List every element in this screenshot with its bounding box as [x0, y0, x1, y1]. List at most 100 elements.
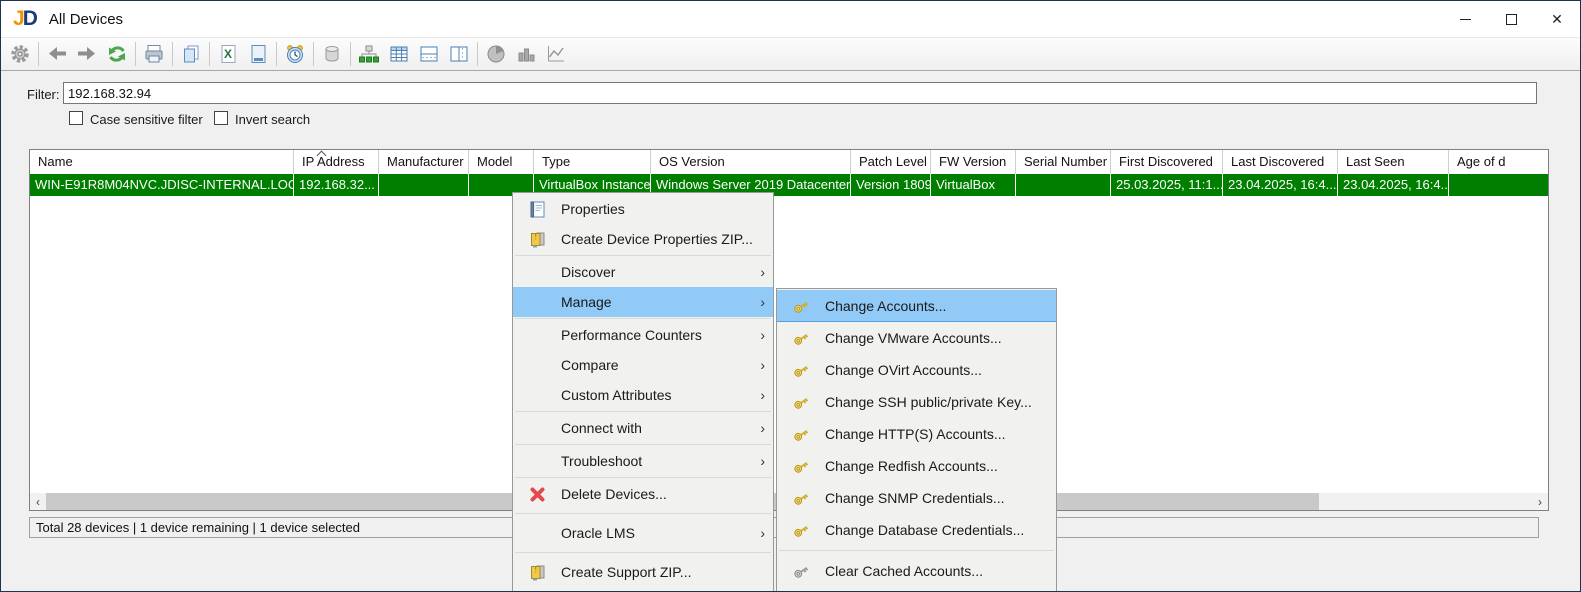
- line-chart-button[interactable]: [541, 40, 571, 68]
- submenu-item-clear-cached-accounts[interactable]: Clear Cached Accounts...: [777, 555, 1056, 587]
- submenu-item-change-ovirt-accounts[interactable]: Change OVirt Accounts...: [777, 354, 1056, 386]
- back-button[interactable]: [42, 40, 72, 68]
- bar-chart-button[interactable]: [511, 40, 541, 68]
- column-header-name[interactable]: Name: [30, 150, 294, 174]
- column-header-fw-version[interactable]: FW Version: [931, 150, 1016, 174]
- key-icon: [791, 424, 811, 444]
- toolbar-separator: [209, 42, 210, 66]
- menu-separator: [515, 255, 771, 256]
- menu-item-performance-counters[interactable]: Performance Counters: [513, 320, 773, 350]
- minimize-button[interactable]: [1442, 1, 1488, 37]
- cell-last-seen: 23.04.2025, 16:4...: [1338, 174, 1449, 196]
- menu-item-compare[interactable]: Compare: [513, 350, 773, 380]
- column-header-type[interactable]: Type: [534, 150, 651, 174]
- submenu-item-change-ssh-key[interactable]: Change SSH public/private Key...: [777, 386, 1056, 418]
- table-view-button[interactable]: [384, 40, 414, 68]
- column-header-os-version[interactable]: OS Version: [651, 150, 851, 174]
- excel-export-button[interactable]: X: [213, 40, 243, 68]
- split-vertical-icon: [450, 46, 468, 62]
- submenu-item-change-vmware-accounts[interactable]: Change VMware Accounts...: [777, 322, 1056, 354]
- menu-separator: [779, 550, 1054, 551]
- report-button[interactable]: [243, 40, 273, 68]
- topology-button[interactable]: [354, 40, 384, 68]
- cell-name: WIN-E91R8M04NVC.JDISC-INTERNAL.LOCAL: [30, 174, 294, 196]
- column-header-manufacturer[interactable]: Manufacturer: [379, 150, 469, 174]
- menu-item-connect-with[interactable]: Connect with: [513, 413, 773, 443]
- database-icon: [325, 46, 339, 62]
- filter-input[interactable]: [63, 82, 1537, 104]
- submenu-item-change-https-accounts[interactable]: Change HTTP(S) Accounts...: [777, 418, 1056, 450]
- column-header-last-discovered[interactable]: Last Discovered: [1223, 150, 1338, 174]
- refresh-button[interactable]: [102, 40, 132, 68]
- copy-button[interactable]: [176, 40, 206, 68]
- invert-search-checkbox[interactable]: [214, 111, 228, 125]
- properties-icon: [527, 199, 547, 219]
- menu-separator: [515, 444, 771, 445]
- titlebar: J D All Devices ✕: [1, 1, 1580, 37]
- submenu-item-change-accounts[interactable]: Change Accounts...: [777, 290, 1056, 322]
- menu-item-create-support-zip[interactable]: Create Support ZIP...: [513, 557, 773, 587]
- database-button[interactable]: [317, 40, 347, 68]
- key-icon: [791, 392, 811, 412]
- key-icon: [791, 488, 811, 508]
- forward-button[interactable]: [72, 40, 102, 68]
- app-logo: J D: [13, 7, 38, 30]
- scheduler-button[interactable]: [280, 40, 310, 68]
- table-row[interactable]: WIN-E91R8M04NVC.JDISC-INTERNAL.LOCAL 192…: [30, 174, 1548, 196]
- column-header-patch-level[interactable]: Patch Level: [851, 150, 931, 174]
- copy-icon: [184, 45, 199, 63]
- cell-manufacturer: [379, 174, 469, 196]
- column-header-ip-address[interactable]: IP Address: [294, 150, 379, 174]
- settings-button[interactable]: [5, 40, 35, 68]
- scheduler-icon: [287, 45, 303, 63]
- key-icon: [791, 360, 811, 380]
- submenu-arrow-icon: [760, 264, 765, 280]
- close-button[interactable]: ✕: [1534, 1, 1580, 37]
- maximize-button[interactable]: [1488, 1, 1534, 37]
- case-sensitive-checkbox[interactable]: [69, 111, 83, 125]
- column-header-model[interactable]: Model: [469, 150, 534, 174]
- manage-submenu: Change Accounts... Change VMware Account…: [776, 288, 1057, 591]
- delete-icon: [527, 484, 547, 504]
- key-icon: [791, 296, 811, 316]
- column-header-age[interactable]: Age of d: [1449, 150, 1548, 174]
- forward-arrow-icon: [78, 47, 95, 60]
- toolbar-separator: [135, 42, 136, 66]
- column-header-serial-number[interactable]: Serial Number: [1016, 150, 1111, 174]
- print-button[interactable]: [139, 40, 169, 68]
- submenu-item-change-snmp-credentials[interactable]: Change SNMP Credentials...: [777, 482, 1056, 514]
- split-horizontal-button[interactable]: [414, 40, 444, 68]
- menu-item-properties[interactable]: Properties: [513, 194, 773, 224]
- menu-item-discover[interactable]: Discover: [513, 257, 773, 287]
- clear-cached-icon: [791, 561, 811, 581]
- column-header-first-discovered[interactable]: First Discovered: [1111, 150, 1223, 174]
- split-vertical-button[interactable]: [444, 40, 474, 68]
- svg-text:X: X: [224, 47, 232, 61]
- status-text: Total 28 devices | 1 device remaining | …: [36, 520, 360, 535]
- submenu-arrow-icon: [760, 420, 765, 436]
- submenu-item-change-redfish-accounts[interactable]: Change Redfish Accounts...: [777, 450, 1056, 482]
- refresh-icon: [109, 46, 125, 62]
- menu-separator: [515, 318, 771, 319]
- topology-icon: [359, 45, 379, 63]
- scroll-left-icon[interactable]: [30, 493, 46, 510]
- filter-label: Filter:: [27, 87, 60, 102]
- window-title: All Devices: [48, 10, 124, 28]
- submenu-arrow-icon: [760, 357, 765, 373]
- zip-icon: [527, 229, 547, 249]
- menu-item-delete-devices[interactable]: Delete Devices...: [513, 479, 773, 509]
- menu-item-troubleshoot[interactable]: Troubleshoot: [513, 446, 773, 476]
- excel-export-icon: X: [221, 45, 236, 63]
- menu-item-create-device-properties-zip[interactable]: Create Device Properties ZIP...: [513, 224, 773, 254]
- menu-item-oracle-lms[interactable]: Oracle LMS: [513, 518, 773, 548]
- menu-item-custom-attributes[interactable]: Custom Attributes: [513, 380, 773, 410]
- column-header-last-seen[interactable]: Last Seen: [1338, 150, 1449, 174]
- pie-chart-button[interactable]: [481, 40, 511, 68]
- pie-chart-icon: [487, 45, 505, 63]
- maximize-icon: [1505, 13, 1517, 25]
- close-icon: ✕: [1551, 11, 1563, 27]
- scroll-right-icon[interactable]: [1532, 493, 1548, 510]
- menu-item-manage[interactable]: Manage: [513, 287, 773, 317]
- submenu-item-change-database-credentials[interactable]: Change Database Credentials...: [777, 514, 1056, 546]
- submenu-arrow-icon: [760, 327, 765, 343]
